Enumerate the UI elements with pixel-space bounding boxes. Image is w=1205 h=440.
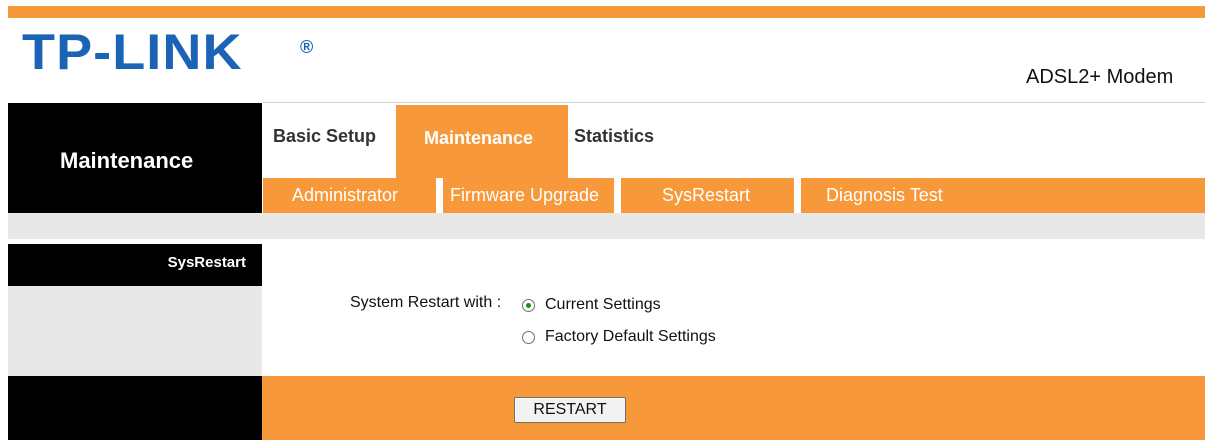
button-bar (262, 376, 1205, 440)
radio-label: Factory Default Settings (545, 328, 716, 345)
left-gray-panel (8, 286, 262, 376)
page-label: SysRestart (167, 254, 246, 271)
radio-label: Current Settings (545, 296, 661, 313)
subtab-separator (436, 178, 443, 213)
radio-button-checked[interactable] (522, 298, 535, 312)
restart-button[interactable]: RESTART (514, 397, 626, 423)
registered-mark: ® (300, 37, 314, 57)
radio-factory-default-settings[interactable]: Factory Default Settings (522, 328, 716, 346)
subtab-separator (614, 178, 621, 213)
tab-maintenance[interactable]: Maintenance (424, 128, 533, 149)
radio-current-settings[interactable]: Current Settings (522, 296, 661, 314)
top-accent-strip (8, 6, 1205, 18)
subtab-administrator[interactable]: Administrator (292, 185, 398, 206)
header-divider (263, 102, 1205, 103)
bottom-left-panel (8, 376, 262, 440)
product-name: ADSL2+ Modem (1026, 66, 1174, 88)
radio-button-unchecked[interactable] (522, 330, 535, 344)
subtab-diagnosis-test[interactable]: Diagnosis Test (826, 185, 943, 206)
subtab-sysrestart[interactable]: SysRestart (662, 185, 750, 206)
tp-link-logo: TP-LINK (22, 24, 243, 80)
section-title: Maintenance (60, 148, 194, 173)
gray-divider-band (8, 213, 1205, 239)
restart-field-label: System Restart with : (350, 294, 502, 311)
subtab-firmware-upgrade[interactable]: Firmware Upgrade (450, 185, 599, 206)
subtab-separator (794, 178, 801, 213)
tab-basic-setup[interactable]: Basic Setup (273, 126, 376, 147)
tab-statistics[interactable]: Statistics (574, 126, 654, 147)
